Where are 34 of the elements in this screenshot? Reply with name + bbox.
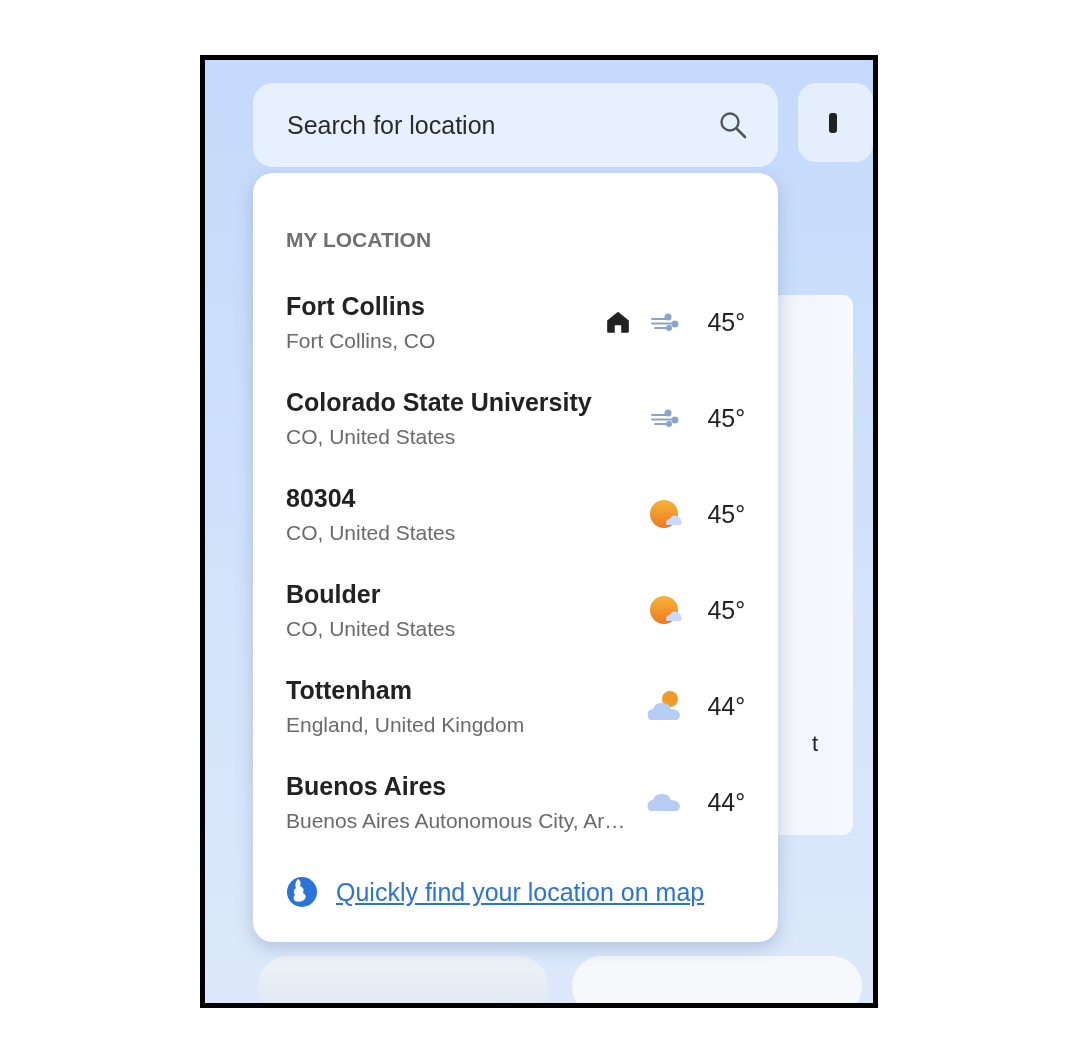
sun-cloud-icon [649, 593, 684, 627]
temperature: 45° [706, 595, 746, 625]
temperature: 45° [706, 403, 746, 433]
location-item[interactable]: Tottenham England, United Kingdom 44° [286, 658, 746, 754]
temperature: 44° [706, 691, 746, 721]
location-name: Boulder [286, 579, 382, 609]
location-region: CO, United States [286, 424, 457, 449]
location-item[interactable]: 80304 CO, United States 45° [286, 466, 746, 562]
shape-icon [829, 112, 838, 133]
globe-icon [286, 876, 318, 908]
location-region: Buenos Aires Autonomous City, Ar… [286, 808, 626, 833]
search-field[interactable]: Search for location [253, 83, 779, 167]
location-region: England, United Kingdom [286, 712, 526, 737]
location-name: Fort Collins [286, 291, 426, 321]
sun-cloud-icon [649, 497, 684, 531]
location-item[interactable]: Buenos Aires Buenos Aires Autonomous City, Ar… 44° [286, 754, 746, 850]
location-region: CO, United States [286, 520, 457, 545]
temperature: 45° [706, 499, 746, 529]
location-name: 80304 [286, 483, 357, 513]
cloud-icon [647, 793, 682, 811]
card-text: t [812, 731, 819, 757]
temperature: 44° [706, 787, 746, 817]
location-item[interactable]: Colorado State University CO, United States 45° [286, 370, 746, 466]
location-item[interactable]: Fort Collins Fort Collins, CO 45° [286, 274, 746, 370]
location-region: Fort Collins, CO [286, 328, 437, 353]
location-name: Buenos Aires [286, 771, 448, 801]
location-region: CO, United States [286, 616, 457, 641]
map-link[interactable]: Quickly find your location on map [336, 877, 705, 907]
temperature: 45° [706, 307, 746, 337]
search-icon[interactable] [718, 110, 749, 140]
location-name: Tottenham [286, 675, 413, 705]
location-item[interactable]: Boulder CO, United States 45° [286, 562, 746, 658]
section-header: MY LOCATION [286, 228, 433, 252]
location-name: Colorado State University [286, 387, 593, 417]
